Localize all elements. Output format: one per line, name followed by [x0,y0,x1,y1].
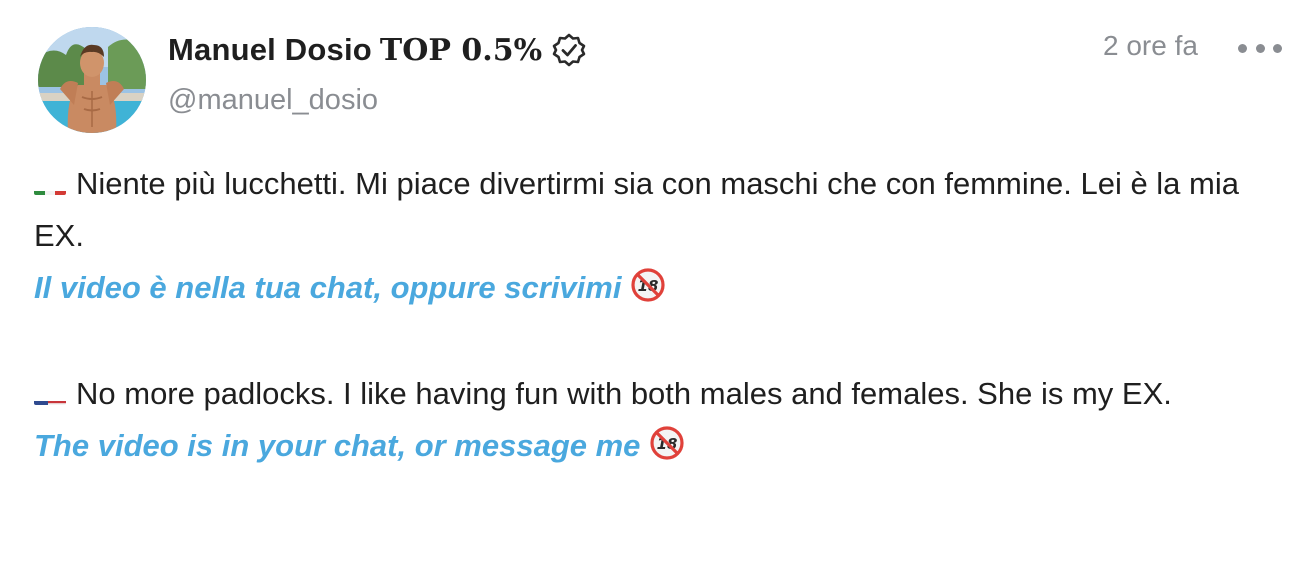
more-dot [1273,43,1282,53]
top-rank-badge: TOP 0.5% [379,32,543,68]
post-timestamp: 2 ore fa [1103,30,1198,61]
italian-text: Niente più lucchetti. Mi piace divertirm… [34,166,1239,253]
post-card: Manuel Dosio TOP 0.5% @manuel_dosio 2 or… [0,0,1310,582]
author-name[interactable]: Manuel Dosio [168,32,372,68]
italian-cta-text: Il video è nella tua chat, oppure scrivi… [34,270,622,305]
english-text: No more padlocks. I like having fun with… [76,376,1172,411]
usa-flag-icon [34,385,66,405]
verified-badge-icon [552,33,586,67]
italy-flag-icon [34,175,66,195]
author-name-row: Manuel Dosio TOP 0.5% [168,28,586,72]
more-options-icon[interactable] [1238,38,1282,58]
post-text-english: No more padlocks. I like having fun with… [34,368,1284,472]
more-dot [1255,43,1265,53]
english-cta-link[interactable]: The video is in your chat, or message me… [34,420,1284,472]
avatar[interactable] [38,27,146,133]
more-dot [1238,43,1247,53]
italian-cta-link[interactable]: Il video è nella tua chat, oppure scrivi… [34,262,1284,314]
no-under-18-icon: 18 [631,268,666,302]
english-cta-text: The video is in your chat, or message me [34,428,641,463]
post-text-italian: Niente più lucchetti. Mi piace divertirm… [34,158,1284,314]
author-handle[interactable]: @manuel_dosio [168,84,378,117]
no-under-18-icon: 18 [650,426,685,460]
